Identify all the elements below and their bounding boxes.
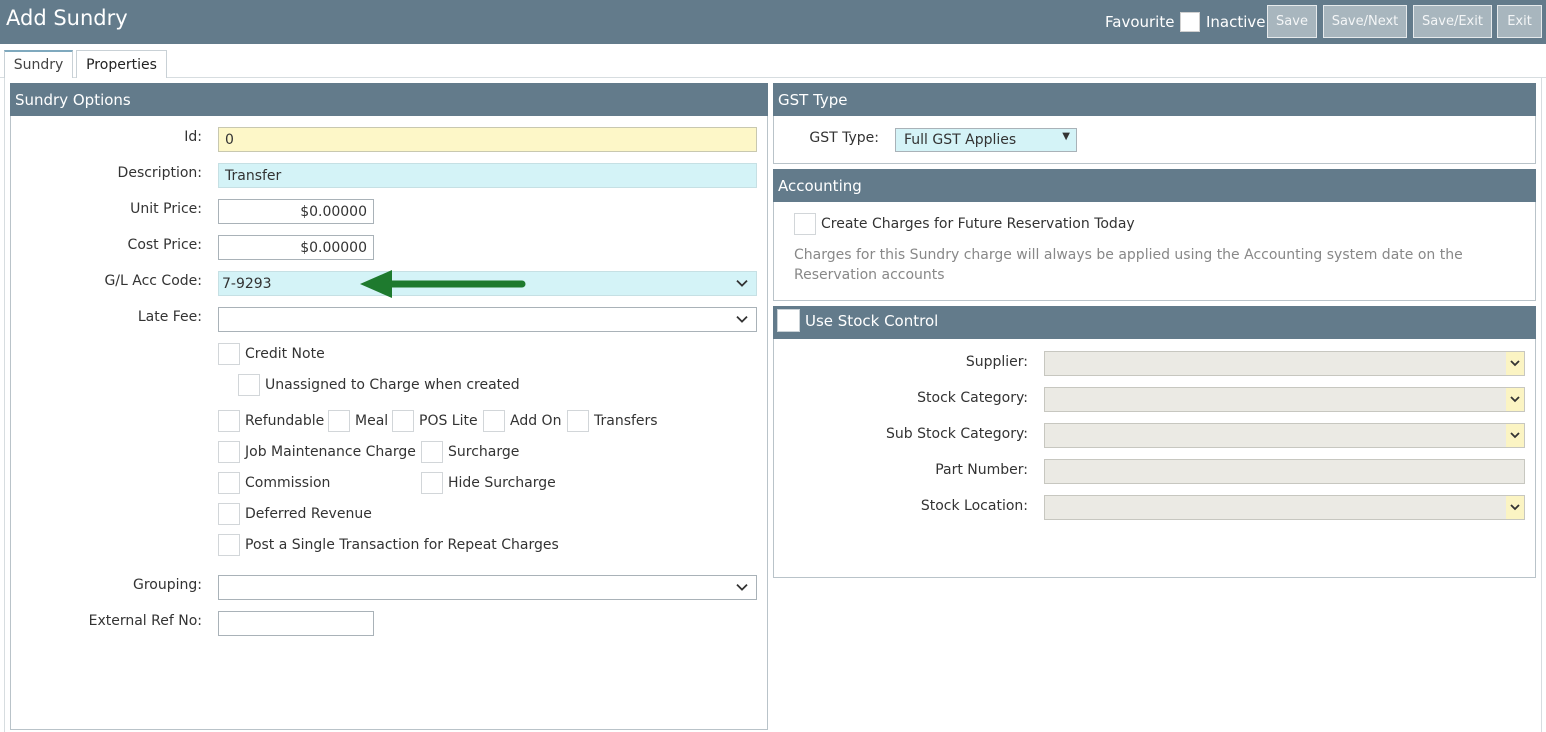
exit-button[interactable]: Exit [1497,5,1542,38]
part-number-label: Part Number: [935,462,1028,478]
green-arrow-icon [360,270,526,298]
deferred-revenue-checkbox[interactable] [218,503,240,525]
stock-location-select[interactable] [1044,495,1525,520]
id-field[interactable]: 0 [218,127,757,152]
inactive-checkbox[interactable] [1180,12,1200,32]
hide-surcharge-checkbox[interactable] [421,472,443,494]
accounting-note: Charges for this Sundry charge will alwa… [794,247,1463,283]
add-on-checkbox[interactable] [483,410,505,432]
hide-surcharge-label: Hide Surcharge [448,475,556,491]
sub-stock-category-label: Sub Stock Category: [886,426,1028,442]
supplier-select[interactable] [1044,351,1525,376]
chevron-down-icon [1506,496,1524,519]
stock-category-select[interactable] [1044,387,1525,412]
part-number-field[interactable] [1044,459,1525,484]
gl-acc-code-label: G/L Acc Code: [104,273,202,289]
surcharge-label: Surcharge [448,444,520,460]
pos-lite-label: POS Lite [419,413,478,429]
meal-checkbox[interactable] [328,410,350,432]
unit-price-label: Unit Price: [130,201,202,217]
pos-lite-checkbox[interactable] [392,410,414,432]
supplier-label: Supplier: [965,354,1028,370]
use-stock-control-checkbox[interactable] [777,309,800,332]
meal-label: Meal [355,413,389,429]
sub-stock-category-select[interactable] [1044,423,1525,448]
use-stock-control-label: Use Stock Control [805,312,939,330]
chevron-down-icon [736,315,748,323]
cost-price-field[interactable]: $0.00000 [218,235,374,260]
future-charges-label: Create Charges for Future Reservation To… [821,216,1135,232]
stock-location-label: Stock Location: [920,498,1028,514]
future-charges-checkbox[interactable] [794,213,816,235]
single-transaction-label: Post a Single Transaction for Repeat Cha… [245,537,559,553]
job-maintenance-checkbox[interactable] [218,441,240,463]
save-next-button[interactable]: Save/Next [1323,5,1407,38]
stock-category-label: Stock Category: [917,390,1028,406]
grouping-select[interactable] [218,575,757,600]
deferred-revenue-label: Deferred Revenue [245,506,372,522]
unit-price-field[interactable]: $0.00000 [218,199,374,224]
external-ref-label: External Ref No: [88,613,202,629]
add-on-label: Add On [510,413,562,429]
inactive-label: Inactive [1206,13,1266,31]
transfers-label: Transfers [594,413,658,429]
tab-sundry[interactable]: Sundry [4,50,73,78]
gst-type-select[interactable]: Full GST Applies ▼ [895,128,1077,152]
chevron-down-icon [1506,352,1524,375]
external-ref-field[interactable] [218,611,374,636]
credit-note-checkbox[interactable] [218,343,240,365]
chevron-down-icon [736,583,748,591]
credit-note-label: Credit Note [245,346,325,362]
surcharge-checkbox[interactable] [421,441,443,463]
cost-price-label: Cost Price: [127,237,202,253]
gst-type-label: GST Type: [809,130,879,146]
job-maintenance-label: Job Maintenance Charge [245,444,416,460]
single-transaction-checkbox[interactable] [218,534,240,556]
description-label: Description: [117,165,202,181]
accounting-header: Accounting [773,169,1536,202]
unassigned-label: Unassigned to Charge when created [265,377,520,393]
chevron-down-icon [1506,424,1524,447]
gst-type-header: GST Type [773,83,1536,116]
sundry-options-header: Sundry Options [10,83,768,116]
save-button[interactable]: Save [1267,5,1317,38]
late-fee-label: Late Fee: [137,309,202,325]
favourite-label[interactable]: Favourite [1105,13,1174,31]
unassigned-checkbox[interactable] [238,374,260,396]
grouping-label: Grouping: [133,577,202,593]
page-title: Add Sundry [6,6,128,30]
tab-properties[interactable]: Properties [76,50,167,78]
refundable-label: Refundable [245,413,325,429]
gst-type-value: Full GST Applies [904,132,1017,148]
commission-label: Commission [245,475,331,491]
late-fee-select[interactable] [218,307,757,332]
commission-checkbox[interactable] [218,472,240,494]
id-label: Id: [184,129,202,145]
description-field[interactable]: Transfer [218,163,757,188]
transfers-checkbox[interactable] [567,410,589,432]
chevron-down-icon [1506,388,1524,411]
save-exit-button[interactable]: Save/Exit [1413,5,1492,38]
dropdown-triangle-icon: ▼ [1062,131,1070,142]
chevron-down-icon [736,279,748,287]
refundable-checkbox[interactable] [218,410,240,432]
gl-acc-code-value: 7-9293 [222,275,272,292]
